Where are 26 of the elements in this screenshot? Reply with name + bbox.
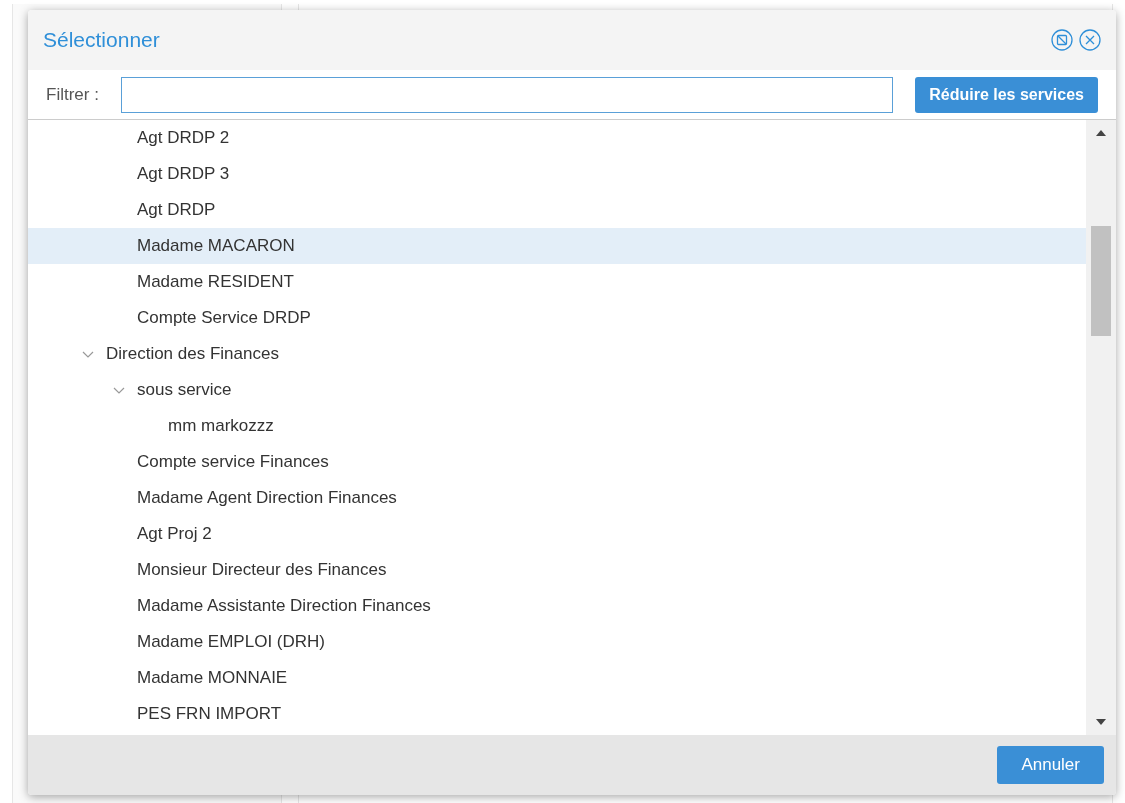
tree-item[interactable]: Agt DRDP 2 xyxy=(28,120,1086,156)
tree-item[interactable]: Compte service Finances xyxy=(28,444,1086,480)
tree-item[interactable]: Direction des Finances xyxy=(28,336,1086,372)
tree-item[interactable]: mm markozzz xyxy=(28,408,1086,444)
tree-item[interactable]: PES FRN IMPORT xyxy=(28,696,1086,732)
tree-item[interactable]: Agt DRDP 3 xyxy=(28,156,1086,192)
close-icon[interactable] xyxy=(1079,29,1101,51)
dialog-title: Sélectionner xyxy=(43,27,160,54)
tree-item[interactable]: sous service xyxy=(28,372,1086,408)
tree-item[interactable]: Madame EMPLOI (DRH) xyxy=(28,624,1086,660)
scroll-down-icon[interactable] xyxy=(1096,719,1106,725)
tree-item[interactable]: Agt DRDP xyxy=(28,192,1086,228)
scrollbar[interactable] xyxy=(1086,120,1116,735)
tree-item[interactable]: Madame MONNAIE xyxy=(28,660,1086,696)
tree-item[interactable]: Madame MACARON xyxy=(28,228,1086,264)
tree-item[interactable]: Madame Assistante Direction Finances xyxy=(28,588,1086,624)
tree-item[interactable]: Agt Proj 2 xyxy=(28,516,1086,552)
scroll-up-icon[interactable] xyxy=(1096,130,1106,136)
tree-item[interactable]: Madame Agent Direction Finances xyxy=(28,480,1086,516)
tree-item[interactable]: Compte Service DRDP xyxy=(28,300,1086,336)
tree-item[interactable]: Monsieur Directeur des Finances xyxy=(28,552,1086,588)
filter-label: Filtrer : xyxy=(46,83,99,106)
tree-item[interactable]: Madame RESIDENT xyxy=(28,264,1086,300)
collapse-icon[interactable] xyxy=(1051,29,1073,51)
scrollbar-thumb[interactable] xyxy=(1091,226,1111,336)
filter-field[interactable] xyxy=(120,76,894,113)
